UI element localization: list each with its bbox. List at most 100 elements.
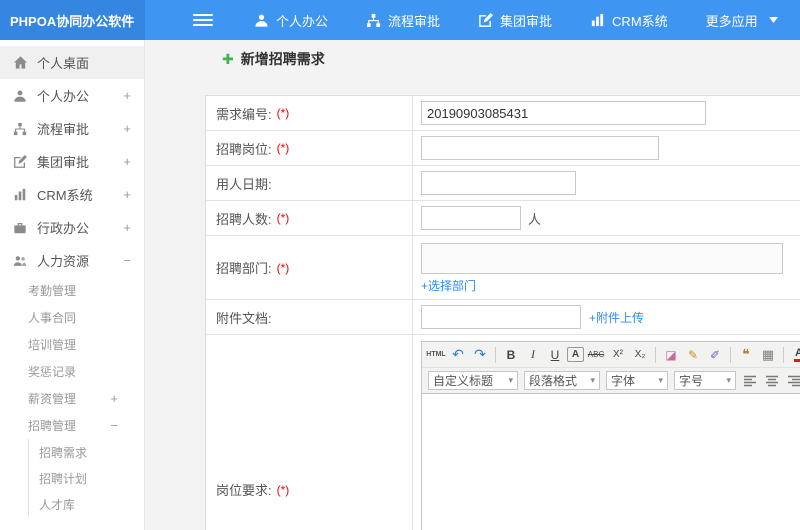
sidebar-subitem-recruitment[interactable]: 招聘管理 − bbox=[0, 412, 144, 439]
sidebar-item-crm-system[interactable]: CRM系统 + bbox=[0, 178, 144, 211]
nav-group-approval[interactable]: 集团审批 bbox=[459, 0, 571, 40]
sidebar-item-label: 流程审批 bbox=[37, 122, 90, 137]
headcount-input[interactable] bbox=[421, 206, 521, 230]
main-content: ✚ 新增招聘需求 需求编号: (*) 招聘岗位: (*) 用人日期: bbox=[146, 40, 800, 530]
topbar: PHPOA协同办公软件 个人办公 流程审批 集团审批 CRM系统 更多应用 bbox=[0, 0, 800, 40]
label-text: 岗位要求: bbox=[216, 483, 272, 498]
form-row-attachment: 附件文档: +附件上传 bbox=[206, 300, 800, 335]
form-row-department: 招聘部门: (*) +选择部门 bbox=[206, 236, 800, 300]
sidebar-subitem-talent-pool[interactable]: 人才库 bbox=[29, 491, 144, 517]
position-input[interactable] bbox=[421, 136, 659, 160]
expand-plus-icon[interactable]: + bbox=[123, 121, 134, 136]
demand-number-input[interactable] bbox=[421, 101, 706, 125]
expand-plus-icon[interactable]: + bbox=[123, 154, 134, 169]
attachment-input[interactable] bbox=[421, 305, 581, 329]
editor-underline-button[interactable]: U bbox=[545, 345, 565, 365]
flow-icon bbox=[12, 121, 28, 137]
align-right-button[interactable] bbox=[784, 371, 800, 391]
expand-plus-icon[interactable]: + bbox=[123, 88, 134, 103]
field-cell: +附件上传 bbox=[413, 300, 800, 334]
select-department-link[interactable]: +选择部门 bbox=[421, 277, 476, 294]
editor-table-button[interactable]: ▦ bbox=[758, 345, 778, 365]
editor-redo-button[interactable]: ↷ bbox=[470, 345, 490, 365]
user-icon bbox=[12, 88, 28, 104]
editor-format-brush-button[interactable]: ✎ bbox=[683, 345, 703, 365]
editor-font-button[interactable]: A bbox=[567, 347, 584, 362]
expand-plus-icon[interactable]: + bbox=[123, 187, 134, 202]
collapse-minus-icon[interactable]: − bbox=[123, 253, 134, 268]
sidebar-subitem-rewards[interactable]: 奖惩记录 bbox=[0, 358, 144, 385]
chart-icon bbox=[12, 187, 28, 203]
department-textarea[interactable] bbox=[421, 243, 783, 274]
sidebar-item-human-resources[interactable]: 人力资源 − bbox=[0, 244, 144, 277]
form-row-demand-number: 需求编号: (*) bbox=[206, 96, 800, 131]
field-label: 招聘岗位: (*) bbox=[206, 131, 413, 165]
menu-toggle-icon[interactable] bbox=[193, 0, 213, 40]
sidebar-item-admin-office[interactable]: 行政办公 + bbox=[0, 211, 144, 244]
sidebar-subitem-hr-contract[interactable]: 人事合同 bbox=[0, 304, 144, 331]
sidebar-item-workflow-approval[interactable]: 流程审批 + bbox=[0, 112, 144, 145]
editor-blockquote-button[interactable]: ❝ bbox=[736, 345, 756, 365]
editor-superscript-button[interactable]: X² bbox=[608, 345, 628, 365]
nav-item-label: 更多应用 bbox=[705, 13, 758, 29]
upload-attachment-link[interactable]: +附件上传 bbox=[589, 309, 644, 326]
sidebar-item-desktop[interactable]: 个人桌面 bbox=[0, 46, 144, 79]
people-icon bbox=[12, 253, 28, 269]
align-right-icon bbox=[788, 375, 800, 386]
sidebar-subitem-salary[interactable]: 薪资管理 + bbox=[0, 385, 144, 412]
required-mark: (*) bbox=[276, 211, 290, 225]
sidebar-subitem-attendance[interactable]: 考勤管理 bbox=[0, 277, 144, 304]
editor-content-area[interactable] bbox=[422, 394, 800, 530]
nav-crm-system[interactable]: CRM系统 bbox=[571, 0, 687, 40]
page-title-text: 新增招聘需求 bbox=[240, 51, 325, 67]
editor-highlight-button[interactable]: ✐ bbox=[705, 345, 725, 365]
editor-remove-format-button[interactable]: ◪ bbox=[661, 345, 681, 365]
nav-personal-office[interactable]: 个人办公 bbox=[235, 0, 347, 40]
sidebar-item-label: CRM系统 bbox=[37, 188, 93, 203]
heading-select[interactable]: 自定义标题 ▾ bbox=[428, 371, 518, 390]
collapse-minus-icon[interactable]: − bbox=[110, 418, 132, 433]
font-size-select[interactable]: 字号 ▾ bbox=[674, 371, 736, 390]
toolbar-separator bbox=[783, 346, 784, 363]
field-cell: 人 bbox=[413, 201, 800, 235]
top-nav: 个人办公 流程审批 集团审批 CRM系统 更多应用 bbox=[235, 0, 797, 40]
field-cell: HTML ↶ ↷ B I U A ABC X² X₂ ◪ ✎ ✐ ❝ ▦ 自定义… bbox=[413, 335, 800, 530]
font-family-select[interactable]: 字体 ▾ bbox=[606, 371, 668, 390]
editor-bold-button[interactable]: B bbox=[501, 345, 521, 365]
recruitment-submenu: 招聘需求 招聘计划 人才库 bbox=[28, 439, 144, 517]
align-center-button[interactable] bbox=[762, 371, 782, 391]
headcount-unit: 人 bbox=[528, 211, 542, 227]
hire-date-input[interactable] bbox=[421, 171, 576, 195]
required-mark: (*) bbox=[276, 106, 290, 120]
editor-italic-button[interactable]: I bbox=[523, 345, 543, 365]
hr-submenu: 考勤管理 人事合同 培训管理 奖惩记录 薪资管理 + 招聘管理 − 招聘需求 招… bbox=[0, 277, 144, 517]
editor-font-color-button[interactable]: A bbox=[789, 345, 800, 365]
form-row-hire-date: 用人日期: bbox=[206, 166, 800, 201]
required-mark: (*) bbox=[276, 482, 290, 497]
edit-icon bbox=[12, 154, 28, 170]
editor-subscript-button[interactable]: X₂ bbox=[630, 345, 650, 365]
field-cell bbox=[413, 166, 800, 200]
chevron-down-icon: ▾ bbox=[590, 375, 595, 385]
briefcase-icon bbox=[12, 220, 28, 236]
editor-undo-button[interactable]: ↶ bbox=[448, 345, 468, 365]
nav-item-label: 集团审批 bbox=[500, 13, 553, 29]
editor-strikethrough-button[interactable]: ABC bbox=[586, 345, 606, 365]
paragraph-format-select[interactable]: 段落格式 ▾ bbox=[524, 371, 600, 390]
editor-source-button[interactable]: HTML bbox=[426, 345, 446, 365]
sidebar-subitem-recruit-demand[interactable]: 招聘需求 bbox=[29, 439, 144, 465]
label-text: 招聘岗位: bbox=[216, 141, 272, 157]
expand-plus-icon[interactable]: + bbox=[123, 220, 134, 235]
sidebar-subitem-recruit-plan[interactable]: 招聘计划 bbox=[29, 465, 144, 491]
sidebar-subitem-training[interactable]: 培训管理 bbox=[0, 331, 144, 358]
expand-plus-icon[interactable]: + bbox=[110, 391, 132, 406]
page-title: ✚ 新增招聘需求 bbox=[222, 49, 325, 69]
field-label: 招聘人数: (*) bbox=[206, 201, 413, 235]
sidebar-item-personal-office[interactable]: 个人办公 + bbox=[0, 79, 144, 112]
nav-workflow-approval[interactable]: 流程审批 bbox=[347, 0, 459, 40]
hamburger-bar bbox=[193, 24, 213, 26]
align-left-button[interactable] bbox=[740, 371, 760, 391]
sidebar-item-group-approval[interactable]: 集团审批 + bbox=[0, 145, 144, 178]
nav-more-apps[interactable]: 更多应用 bbox=[687, 0, 797, 40]
add-icon: ✚ bbox=[222, 50, 234, 67]
